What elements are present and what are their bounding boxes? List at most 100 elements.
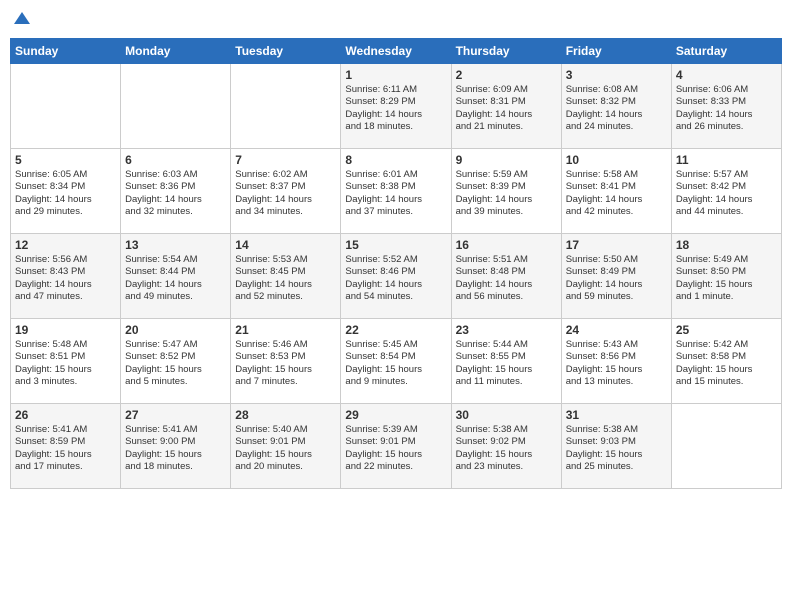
day-info: Sunrise: 5:56 AM Sunset: 8:43 PM Dayligh… [15,254,116,303]
calendar-cell: 29 Sunrise: 5:39 AM Sunset: 9:01 PM Dayli… [341,404,451,489]
day-number: 11 [676,153,777,167]
day-info: Sunrise: 5:46 AM Sunset: 8:53 PM Dayligh… [235,339,336,388]
day-info: Sunrise: 5:57 AM Sunset: 8:42 PM Dayligh… [676,169,777,218]
calendar-cell: 18 Sunrise: 5:49 AM Sunset: 8:50 PM Dayli… [671,234,781,319]
logo-general [10,10,32,30]
calendar-cell: 3 Sunrise: 6:08 AM Sunset: 8:32 PM Daylig… [561,64,671,149]
weekday-header-saturday: Saturday [671,39,781,64]
weekday-header-tuesday: Tuesday [231,39,341,64]
day-number: 28 [235,408,336,422]
calendar-cell: 17 Sunrise: 5:50 AM Sunset: 8:49 PM Dayli… [561,234,671,319]
week-row-2: 5 Sunrise: 6:05 AM Sunset: 8:34 PM Daylig… [11,149,782,234]
day-info: Sunrise: 6:09 AM Sunset: 8:31 PM Dayligh… [456,84,557,133]
weekday-header-friday: Friday [561,39,671,64]
calendar-cell: 31Sunrise: 5:38 AM Sunset: 9:03 PM Dayli… [561,404,671,489]
day-info: Sunrise: 5:43 AM Sunset: 8:56 PM Dayligh… [566,339,667,388]
day-info: Sunrise: 6:06 AM Sunset: 8:33 PM Dayligh… [676,84,777,133]
calendar-cell: 30 Sunrise: 5:38 AM Sunset: 9:02 PM Dayli… [451,404,561,489]
calendar-cell: 20 Sunrise: 5:47 AM Sunset: 8:52 PM Dayli… [121,319,231,404]
day-info: Sunrise: 5:59 AM Sunset: 8:39 PM Dayligh… [456,169,557,218]
weekday-header-thursday: Thursday [451,39,561,64]
day-number: 16 [456,238,557,252]
day-info: Sunrise: 5:47 AM Sunset: 8:52 PM Dayligh… [125,339,226,388]
day-number: 26 [15,408,116,422]
day-number: 18 [676,238,777,252]
calendar-cell: 19 Sunrise: 5:48 AM Sunset: 8:51 PM Dayli… [11,319,121,404]
day-number: 13 [125,238,226,252]
day-info: Sunrise: 5:50 AM Sunset: 8:49 PM Dayligh… [566,254,667,303]
calendar-cell [231,64,341,149]
page-header [10,10,782,30]
day-info: Sunrise: 6:02 AM Sunset: 8:37 PM Dayligh… [235,169,336,218]
day-info: Sunrise: 5:54 AM Sunset: 8:44 PM Dayligh… [125,254,226,303]
day-number: 9 [456,153,557,167]
calendar-table: SundayMondayTuesdayWednesdayThursdayFrid… [10,38,782,489]
calendar-cell [11,64,121,149]
calendar-cell: 4 Sunrise: 6:06 AM Sunset: 8:33 PM Daylig… [671,64,781,149]
calendar-cell: 27 Sunrise: 5:41 AM Sunset: 9:00 PM Dayli… [121,404,231,489]
calendar-cell: 16 Sunrise: 5:51 AM Sunset: 8:48 PM Dayli… [451,234,561,319]
day-info: Sunrise: 5:42 AM Sunset: 8:58 PM Dayligh… [676,339,777,388]
calendar-cell: 15Sunrise: 5:52 AM Sunset: 8:46 PM Dayli… [341,234,451,319]
day-number: 22 [345,323,446,337]
day-number: 29 [345,408,446,422]
day-number: 10 [566,153,667,167]
day-info: Sunrise: 5:39 AM Sunset: 9:01 PM Dayligh… [345,424,446,473]
week-row-1: 1 Sunrise: 6:11 AM Sunset: 8:29 PM Daylig… [11,64,782,149]
calendar-cell: 13 Sunrise: 5:54 AM Sunset: 8:44 PM Dayli… [121,234,231,319]
logo [10,10,32,30]
calendar-cell: 25Sunrise: 5:42 AM Sunset: 8:58 PM Dayli… [671,319,781,404]
calendar-cell: 24Sunrise: 5:43 AM Sunset: 8:56 PM Dayli… [561,319,671,404]
day-info: Sunrise: 5:38 AM Sunset: 9:02 PM Dayligh… [456,424,557,473]
day-number: 19 [15,323,116,337]
week-row-3: 12Sunrise: 5:56 AM Sunset: 8:43 PM Dayli… [11,234,782,319]
day-info: Sunrise: 5:52 AM Sunset: 8:46 PM Dayligh… [345,254,446,303]
day-number: 2 [456,68,557,82]
day-number: 23 [456,323,557,337]
week-row-4: 19 Sunrise: 5:48 AM Sunset: 8:51 PM Dayli… [11,319,782,404]
day-info: Sunrise: 6:11 AM Sunset: 8:29 PM Dayligh… [345,84,446,133]
logo-icon [12,10,32,30]
day-number: 14 [235,238,336,252]
day-info: Sunrise: 5:48 AM Sunset: 8:51 PM Dayligh… [15,339,116,388]
day-info: Sunrise: 5:44 AM Sunset: 8:55 PM Dayligh… [456,339,557,388]
day-number: 20 [125,323,226,337]
day-info: Sunrise: 5:40 AM Sunset: 9:01 PM Dayligh… [235,424,336,473]
calendar-cell: 26 Sunrise: 5:41 AM Sunset: 8:59 PM Dayli… [11,404,121,489]
day-info: Sunrise: 5:41 AM Sunset: 8:59 PM Dayligh… [15,424,116,473]
day-info: Sunrise: 5:51 AM Sunset: 8:48 PM Dayligh… [456,254,557,303]
day-info: Sunrise: 5:49 AM Sunset: 8:50 PM Dayligh… [676,254,777,303]
calendar-cell: 22Sunrise: 5:45 AM Sunset: 8:54 PM Dayli… [341,319,451,404]
week-row-5: 26 Sunrise: 5:41 AM Sunset: 8:59 PM Dayli… [11,404,782,489]
day-number: 7 [235,153,336,167]
day-info: Sunrise: 5:41 AM Sunset: 9:00 PM Dayligh… [125,424,226,473]
day-number: 27 [125,408,226,422]
day-number: 30 [456,408,557,422]
day-info: Sunrise: 6:01 AM Sunset: 8:38 PM Dayligh… [345,169,446,218]
day-number: 3 [566,68,667,82]
day-number: 1 [345,68,446,82]
calendar-cell: 21Sunrise: 5:46 AM Sunset: 8:53 PM Dayli… [231,319,341,404]
calendar-cell: 7 Sunrise: 6:02 AM Sunset: 8:37 PM Daylig… [231,149,341,234]
day-info: Sunrise: 6:03 AM Sunset: 8:36 PM Dayligh… [125,169,226,218]
day-number: 4 [676,68,777,82]
day-info: Sunrise: 6:08 AM Sunset: 8:32 PM Dayligh… [566,84,667,133]
header-row: SundayMondayTuesdayWednesdayThursdayFrid… [11,39,782,64]
logo-text [10,10,32,30]
calendar-cell: 1 Sunrise: 6:11 AM Sunset: 8:29 PM Daylig… [341,64,451,149]
day-info: Sunrise: 5:53 AM Sunset: 8:45 PM Dayligh… [235,254,336,303]
day-number: 5 [15,153,116,167]
weekday-header-sunday: Sunday [11,39,121,64]
calendar-cell: 12Sunrise: 5:56 AM Sunset: 8:43 PM Dayli… [11,234,121,319]
day-number: 6 [125,153,226,167]
calendar-cell: 5 Sunrise: 6:05 AM Sunset: 8:34 PM Daylig… [11,149,121,234]
day-info: Sunrise: 6:05 AM Sunset: 8:34 PM Dayligh… [15,169,116,218]
calendar-cell: 6 Sunrise: 6:03 AM Sunset: 8:36 PM Daylig… [121,149,231,234]
calendar-cell: 14 Sunrise: 5:53 AM Sunset: 8:45 PM Dayli… [231,234,341,319]
calendar-cell [121,64,231,149]
day-info: Sunrise: 5:58 AM Sunset: 8:41 PM Dayligh… [566,169,667,218]
calendar-cell: 28 Sunrise: 5:40 AM Sunset: 9:01 PM Dayli… [231,404,341,489]
calendar-cell: 23 Sunrise: 5:44 AM Sunset: 8:55 PM Dayli… [451,319,561,404]
calendar-cell: 9 Sunrise: 5:59 AM Sunset: 8:39 PM Daylig… [451,149,561,234]
day-number: 17 [566,238,667,252]
